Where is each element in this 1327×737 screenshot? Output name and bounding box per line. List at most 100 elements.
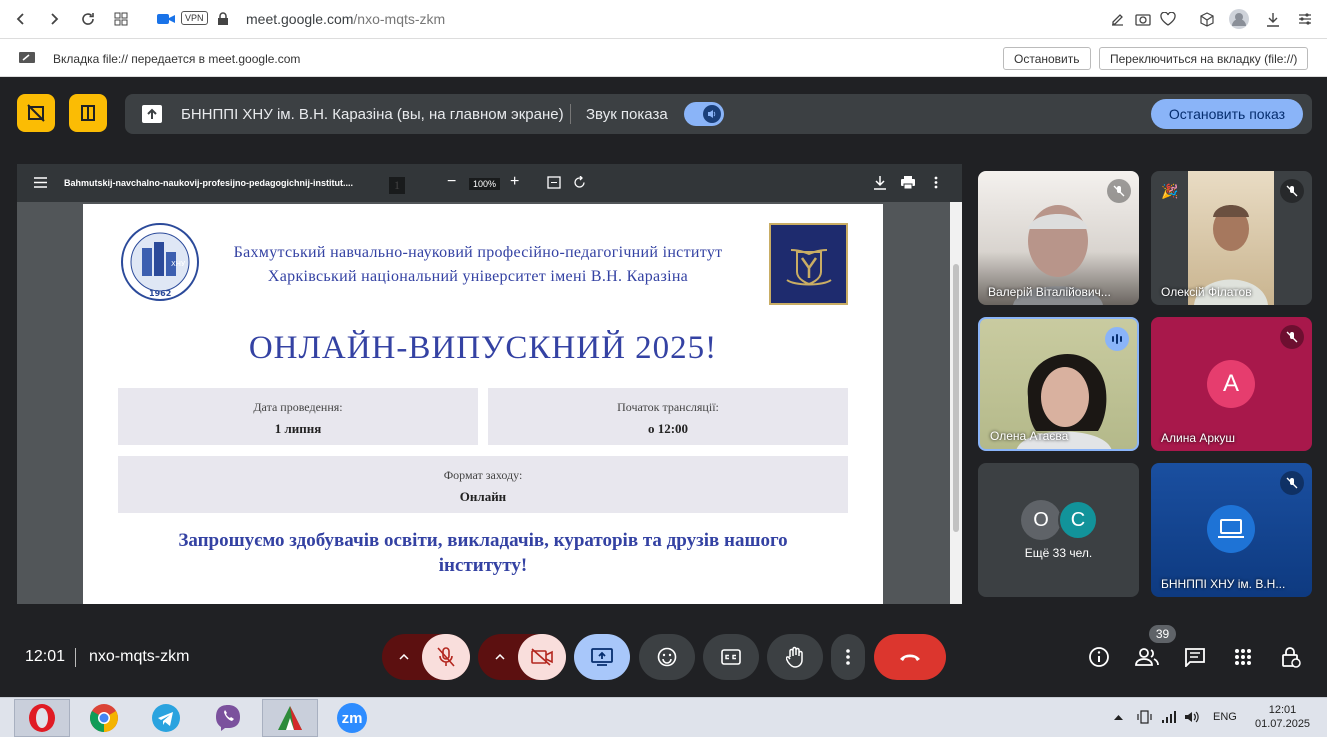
more-participants-tile[interactable]: О С Ещё 33 чел. — [978, 463, 1139, 597]
party-icon: 🎉 — [1161, 183, 1179, 199]
mic-off-button[interactable] — [422, 634, 470, 680]
zoom-out-button[interactable]: − — [447, 173, 456, 191]
zoom-level[interactable]: 100% — [469, 178, 501, 190]
participant-tile[interactable]: А Алина Аркуш — [1151, 317, 1312, 451]
network-signal-icon[interactable] — [1161, 710, 1177, 724]
info-icon — [1089, 647, 1109, 667]
tabs-grid-icon[interactable] — [110, 8, 132, 30]
institute-logo: ХНУ 1962 — [120, 222, 200, 302]
captions-icon — [721, 649, 741, 665]
page-current[interactable]: 1 — [389, 177, 405, 194]
app-taskbar-button[interactable] — [262, 699, 318, 737]
leave-call-button[interactable] — [874, 634, 946, 680]
lock-icon[interactable] — [212, 8, 234, 30]
logo-letters: ХНУ — [171, 260, 186, 268]
menu-icon[interactable] — [34, 177, 47, 188]
chrome-icon — [90, 704, 118, 732]
address-bar[interactable]: meet.google.com/nxo-mqts-zkm — [246, 11, 445, 27]
pdf-scrollbar[interactable] — [950, 202, 962, 604]
chrome-taskbar-button[interactable] — [76, 699, 132, 737]
download-pdf-icon[interactable] — [873, 175, 887, 190]
captions-button[interactable] — [703, 634, 759, 680]
hide-presentation-button[interactable] — [17, 94, 55, 132]
logo-year: 1962 — [149, 289, 171, 298]
zoom-taskbar-button[interactable]: zm — [324, 699, 380, 737]
page-indicator[interactable]: 1 / 1 — [389, 177, 405, 194]
participant-name: Валерій Віталійович... — [988, 285, 1111, 299]
participant-name: Алина Аркуш — [1161, 431, 1236, 445]
mic-off-icon — [1280, 471, 1304, 495]
snapshot-icon[interactable] — [1132, 8, 1154, 30]
opera-icon — [29, 704, 55, 732]
invitation-text: Запрошуємо здобувачів освіти, викладачів… — [178, 530, 788, 576]
back-icon[interactable] — [10, 8, 32, 30]
zoom-icon: zm — [337, 703, 367, 733]
print-icon[interactable] — [901, 176, 915, 189]
camera-options-chevron-icon[interactable] — [478, 634, 522, 680]
layout-button[interactable] — [69, 94, 107, 132]
participant-tile[interactable]: БННППІ ХНУ ім. В.Н... — [1151, 463, 1312, 597]
participant-name: БННППІ ХНУ ім. В.Н... — [1161, 577, 1286, 591]
camera-active-icon[interactable] — [155, 8, 177, 30]
camera-off-button[interactable] — [518, 634, 566, 680]
stop-sharing-button[interactable]: Остановить — [1003, 47, 1091, 70]
camera-off-icon — [531, 648, 553, 666]
cube-icon[interactable] — [1196, 8, 1218, 30]
presentation-bar: БННППІ ХНУ ім. В.Н. Каразіна (вы, на гла… — [125, 94, 1312, 134]
raise-hand-button[interactable] — [767, 634, 823, 680]
activities-button[interactable] — [1220, 634, 1266, 680]
vpn-badge[interactable]: VPN — [181, 11, 208, 25]
clock-time: 12:01 — [1268, 704, 1297, 716]
stop-presenting-button[interactable]: Остановить показ — [1151, 99, 1303, 129]
system-clock[interactable]: 12:01 01.07.2025 — [1255, 703, 1310, 731]
tray-expand-icon[interactable] — [1114, 714, 1123, 720]
meeting-info-button[interactable] — [1076, 634, 1122, 680]
share-sound-toggle[interactable] — [684, 102, 724, 126]
mic-options-chevron-icon[interactable] — [382, 634, 426, 680]
switch-tab-button[interactable]: Переключиться на вкладку (file://) — [1099, 47, 1309, 70]
app-icon — [278, 706, 302, 730]
avatar: С — [1058, 500, 1098, 540]
language-indicator[interactable]: ENG — [1213, 711, 1237, 723]
speaker-icon[interactable] — [1184, 710, 1200, 724]
zoom-in-button[interactable]: + — [510, 173, 519, 191]
date-label: Дата проведення: — [253, 400, 343, 414]
present-button[interactable] — [574, 634, 630, 680]
share-sound-label: Звук показа — [586, 106, 668, 123]
participant-tile[interactable]: Валерій Віталійович... — [978, 171, 1139, 305]
opera-taskbar-button[interactable] — [14, 699, 70, 737]
more-options-button[interactable] — [831, 634, 865, 680]
rotate-icon[interactable] — [573, 176, 586, 189]
device-icon[interactable] — [1137, 710, 1153, 724]
download-icon[interactable] — [1262, 8, 1284, 30]
heart-icon[interactable] — [1157, 8, 1179, 30]
document-title: ОНЛАЙН-ВИПУСКНИЙ 2025! — [248, 330, 718, 366]
lock-person-icon — [1282, 647, 1301, 668]
speaking-icon — [1105, 327, 1129, 351]
more-participants-label: Ещё 33 чел. — [1024, 546, 1093, 560]
reload-icon[interactable] — [77, 8, 99, 30]
date-value: 1 липня — [274, 421, 322, 436]
participant-tile[interactable]: 🎉 Олексій Філатов — [1151, 171, 1312, 305]
hang-up-icon — [900, 654, 920, 661]
more-vert-icon — [846, 649, 850, 665]
forward-icon[interactable] — [43, 8, 65, 30]
scrollbar-thumb[interactable] — [953, 264, 959, 532]
participant-tile-speaking[interactable]: Олена Атаєва — [978, 317, 1139, 451]
host-controls-button[interactable] — [1268, 634, 1314, 680]
participant-name: Олена Атаєва — [990, 429, 1069, 443]
computer-icon — [1207, 505, 1255, 553]
viber-taskbar-button[interactable] — [200, 699, 256, 737]
chat-icon — [1185, 648, 1205, 667]
easy-setup-icon[interactable] — [1294, 8, 1316, 30]
reactions-button[interactable] — [639, 634, 695, 680]
format-box: Формат заходу: Онлайн — [118, 456, 848, 513]
more-options-icon[interactable] — [934, 176, 938, 189]
profile-avatar-icon[interactable] — [1228, 8, 1250, 30]
telegram-taskbar-button[interactable] — [138, 699, 194, 737]
chat-button[interactable] — [1172, 634, 1218, 680]
present-icon — [141, 104, 163, 124]
edit-icon[interactable] — [1106, 8, 1128, 30]
fit-page-icon[interactable] — [547, 176, 561, 189]
mic-control-group — [382, 634, 470, 680]
